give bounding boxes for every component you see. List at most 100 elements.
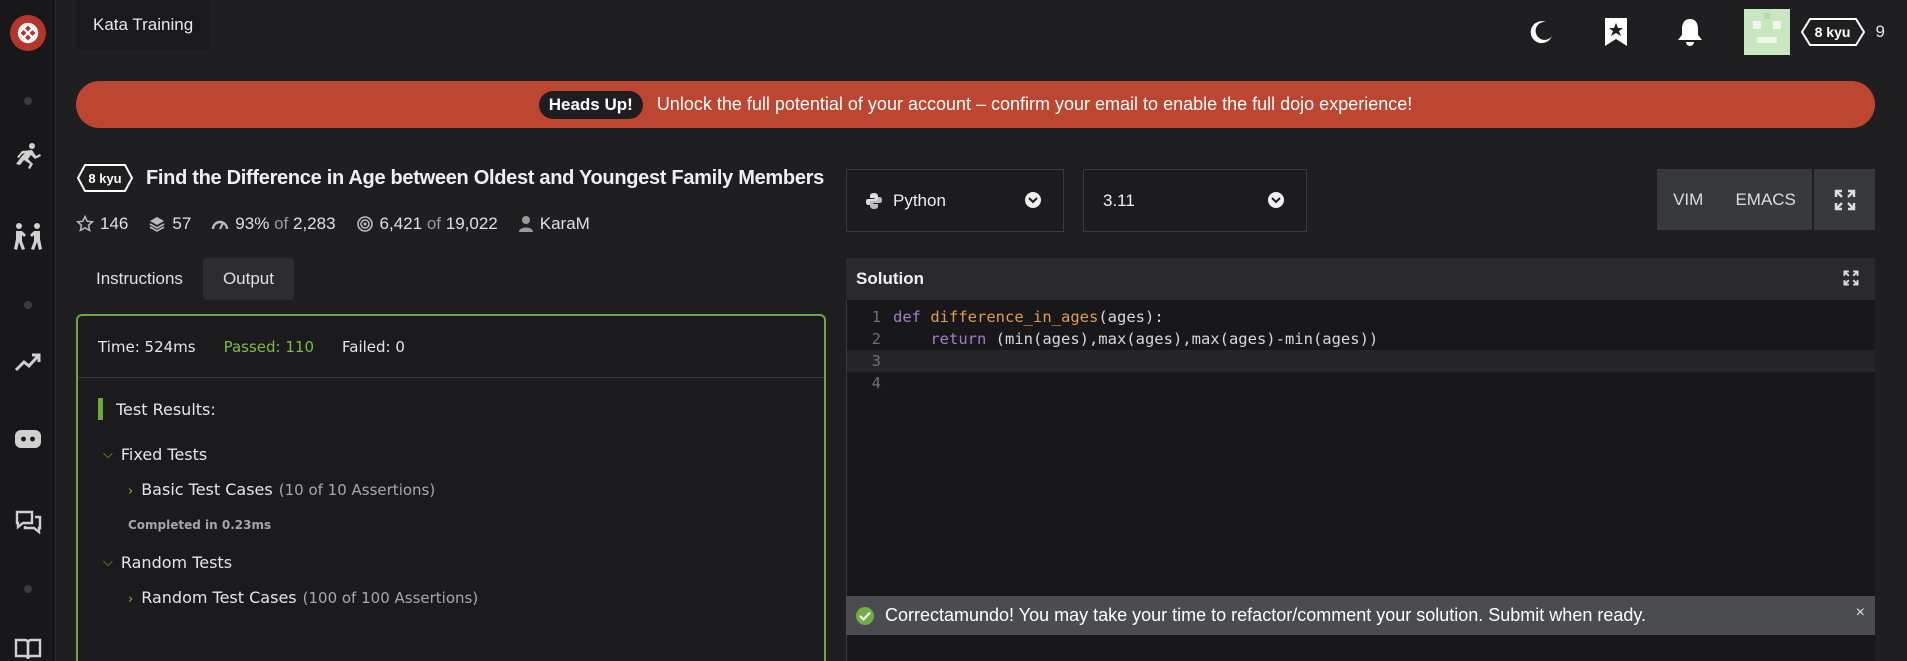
chevron-down-icon [1268, 192, 1284, 208]
rail-separator [0, 94, 56, 108]
code-line[interactable]: 2 return (min(ages),max(ages),max(ages)-… [847, 328, 1875, 350]
dark-mode-moon-icon[interactable] [1522, 12, 1562, 52]
expand-icon[interactable] [1843, 270, 1859, 286]
close-icon[interactable]: × [1856, 604, 1865, 622]
line-number: 2 [871, 330, 881, 348]
codewars-logo-icon[interactable] [0, 8, 56, 58]
notifications-bell-icon[interactable] [1670, 12, 1710, 52]
satisfaction-stat: 93% of 2,283 [211, 214, 336, 234]
chevron-down-icon: ⌵ [103, 554, 113, 570]
user-avatar[interactable] [1743, 9, 1790, 55]
version-select[interactable]: 3.11 [1083, 169, 1307, 232]
banner-tag: Heads Up! [538, 90, 643, 119]
user-rank[interactable]: 8 kyu 9 [1800, 17, 1907, 47]
chevron-right-icon: › [128, 592, 134, 607]
user-icon [518, 216, 533, 232]
discord-icon[interactable] [0, 422, 56, 458]
code-text: def difference_in_ages(ages): [881, 308, 1164, 326]
code-line[interactable]: 1 def difference_in_ages(ages): [847, 306, 1875, 328]
emacs-mode-button[interactable]: EMACS [1735, 190, 1795, 210]
leaderboard-trend-icon[interactable] [0, 344, 56, 380]
line-number: 3 [871, 352, 881, 370]
completed-time: Completed in 0.23ms [128, 518, 272, 532]
language-value: Python [893, 190, 946, 210]
docs-book-icon[interactable] [0, 632, 56, 661]
kata-rank-badge: 8 kyu [76, 163, 134, 193]
test-case-basic[interactable]: › Basic Test Cases (10 of 10 Assertions) [128, 480, 804, 512]
fullscreen-button[interactable] [1814, 169, 1875, 230]
target-icon [356, 216, 373, 232]
layers-icon [149, 217, 165, 232]
collections-count: 57 [172, 214, 192, 233]
author-name: KaraM [539, 214, 590, 233]
rail-separator [0, 582, 56, 596]
star-icon [76, 215, 94, 232]
code-line-current[interactable]: 3 [847, 350, 1875, 372]
kata-title: Find the Difference in Age between Oldes… [146, 166, 824, 189]
rank-label: 8 kyu [1814, 24, 1851, 40]
practice-icon[interactable] [0, 138, 56, 174]
satisfaction-of: of [274, 214, 289, 233]
group-name: Random Tests [120, 552, 233, 572]
output-summary: Time: 524ms Passed: 110 Failed: 0 [78, 316, 824, 378]
left-sidebar [0, 0, 56, 661]
function-params: (ages): [1098, 308, 1164, 326]
test-results-heading: Test Results: [98, 398, 804, 420]
case-name: Basic Test Cases [141, 480, 273, 499]
votes-count: 2,283 [292, 214, 336, 233]
code-text: return (min(ages),max(ages),max(ages)-mi… [881, 330, 1378, 348]
breadcrumb[interactable]: Kata Training [76, 0, 211, 50]
top-bar: Kata Training 8 kyu 9 [56, 0, 1907, 70]
code-line[interactable]: 4 [847, 372, 1875, 394]
stars-count: 146 [100, 214, 129, 233]
rail-separator [0, 298, 56, 312]
success-toast: Correctamundo! You may take your time to… [846, 596, 1875, 635]
chevron-down-icon [1025, 192, 1041, 208]
editor-modes: VIM EMACS [1657, 169, 1812, 230]
results-accent-bar [98, 398, 103, 420]
language-select[interactable]: Python [846, 169, 1064, 232]
test-group-random[interactable]: ⌵ Random Tests [103, 548, 804, 576]
sparring-icon[interactable] [0, 218, 56, 254]
kata-rank-label: 8 kyu [88, 170, 122, 186]
solution-title: Solution [856, 269, 924, 288]
return-expression: (min(ages),max(ages),max(ages)-min(ages)… [986, 330, 1379, 348]
attempts-count: 19,022 [445, 214, 498, 233]
check-circle-icon [856, 606, 874, 625]
case-name: Random Test Cases [141, 588, 297, 607]
case-assertions: (100 of 100 Assertions) [302, 589, 479, 607]
stars-stat[interactable]: 146 [76, 214, 128, 234]
completed-of: of [426, 214, 441, 233]
tab-output[interactable]: Output [202, 258, 294, 300]
email-confirm-banner[interactable]: Heads Up! Unlock the full potential of y… [76, 81, 1875, 128]
passed-count: Passed: 110 [223, 337, 314, 356]
test-results-title: Test Results: [116, 399, 216, 419]
line-number: 4 [871, 374, 881, 392]
tab-instructions[interactable]: Instructions [76, 258, 203, 300]
solution-header: Solution [846, 258, 1875, 300]
kata-stats: 146 57 93% of 2,283 6,421 of 19,022 Kara… [76, 214, 610, 234]
collections-stat[interactable]: 57 [148, 214, 191, 234]
kata-header: 8 kyu Find the Difference in Age between… [76, 163, 824, 193]
banner-message: Unlock the full potential of your accoun… [656, 94, 1413, 114]
bookmark-star-icon[interactable] [1596, 12, 1636, 52]
top-actions: 8 kyu 9 [1522, 0, 1907, 64]
test-group-fixed[interactable]: ⌵ Fixed Tests [103, 440, 804, 468]
author-stat[interactable]: KaraM [518, 214, 590, 234]
failed-count: Failed: 0 [342, 337, 405, 356]
chevron-right-icon: › [128, 484, 134, 499]
run-time: Time: 524ms [98, 337, 196, 356]
app-root: Kata Training 8 kyu 9 Heads Up! Unlock t… [0, 0, 1907, 661]
rank-badge: 8 kyu [1800, 17, 1866, 47]
vim-mode-button[interactable]: VIM [1673, 190, 1703, 210]
test-case-random[interactable]: › Random Test Cases (100 of 100 Assertio… [128, 588, 804, 620]
python-icon [866, 192, 882, 209]
output-panel: Time: 524ms Passed: 110 Failed: 0 Test R… [76, 314, 826, 661]
keyword-def: def [893, 308, 921, 326]
line-number: 1 [871, 308, 881, 326]
expand-icon [1834, 189, 1855, 210]
keyword-return: return [930, 330, 987, 348]
kata-tabs: Instructions Output [76, 258, 294, 300]
group-name: Fixed Tests [120, 444, 208, 464]
discussions-icon[interactable] [0, 504, 56, 540]
